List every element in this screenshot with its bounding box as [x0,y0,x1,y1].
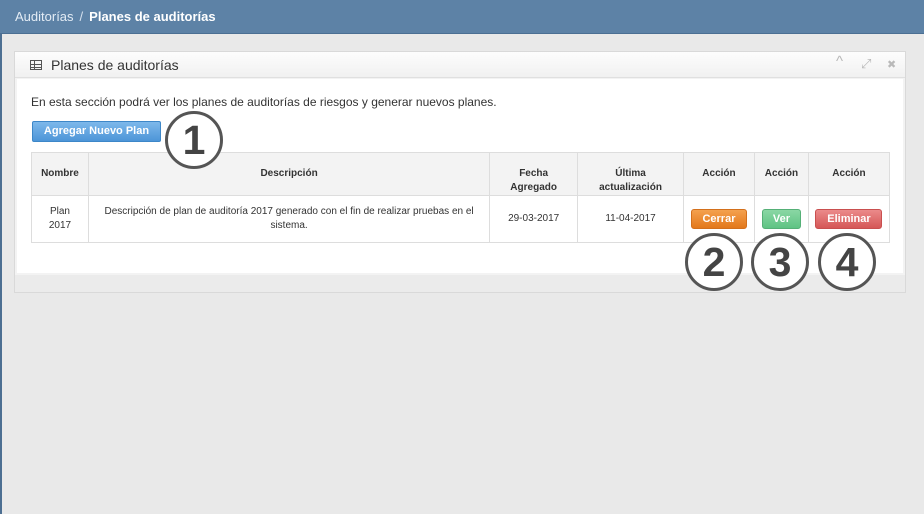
callout-3: 3 [751,233,809,291]
collapse-icon[interactable]: ^ [836,54,843,70]
breadcrumb: Auditorías / Planes de auditorías [15,9,216,24]
table-row: Plan 2017 Descripción de plan de auditorí… [31,195,891,243]
table-header-row: Nombre Descripción Fecha Agregado Última a… [31,152,891,196]
nombre-line2: 2017 [48,220,72,231]
plans-table: Nombre Descripción Fecha Agregado Última a… [31,152,891,243]
fullscreen-icon[interactable]: ⤢ [861,56,871,72]
col-descripcion: Descripción [87,152,491,196]
cell-fecha-agregado: 29-03-2017 [489,195,579,243]
col-ultima-line2: actualización [599,182,662,193]
col-fecha-agregado: Fecha Agregado [489,152,579,196]
breadcrumb-current: Planes de auditorías [89,9,216,24]
widget-title: Planes de auditorías [51,57,179,73]
cell-ultima-actualizacion: 11-04-2017 [577,195,684,243]
cell-descripcion: Descripción de plan de auditoría 2017 ge… [87,195,491,243]
breadcrumb-auditorias-link[interactable]: Auditorías [15,9,74,24]
col-accion-eliminar: Acción [807,152,891,196]
col-ultima-line1: Última [615,168,646,179]
nombre-line1: Plan [49,206,70,217]
col-nombre: Nombre [31,152,89,196]
intro-text: En esta sección podrá ver los planes de … [31,95,497,109]
widget-header: Planes de auditorías ^ ⤢ ✖ [15,52,905,78]
col-ultima-actualizacion: Última actualización [577,152,684,196]
callout-1: 1 [165,111,223,169]
close-icon[interactable]: ✖ [887,57,896,73]
top-bar: Auditorías / Planes de auditorías [0,0,924,34]
col-accion-cerrar: Acción [682,152,755,196]
col-accion-ver: Acción [753,152,809,196]
add-new-plan-button[interactable]: Agregar Nuevo Plan [32,121,161,142]
eliminar-button[interactable]: Eliminar [815,209,883,229]
breadcrumb-separator: / [79,9,84,24]
table-icon [30,60,42,70]
ver-button[interactable]: Ver [761,209,801,229]
cerrar-button[interactable]: Cerrar [690,209,747,229]
callout-2: 2 [685,233,743,291]
col-fecha-line1: Fecha [519,168,549,179]
left-edge-bar [0,34,2,514]
cell-nombre: Plan 2017 [31,195,89,243]
callout-4: 4 [818,233,876,291]
col-fecha-line2: Agregado [510,182,557,193]
